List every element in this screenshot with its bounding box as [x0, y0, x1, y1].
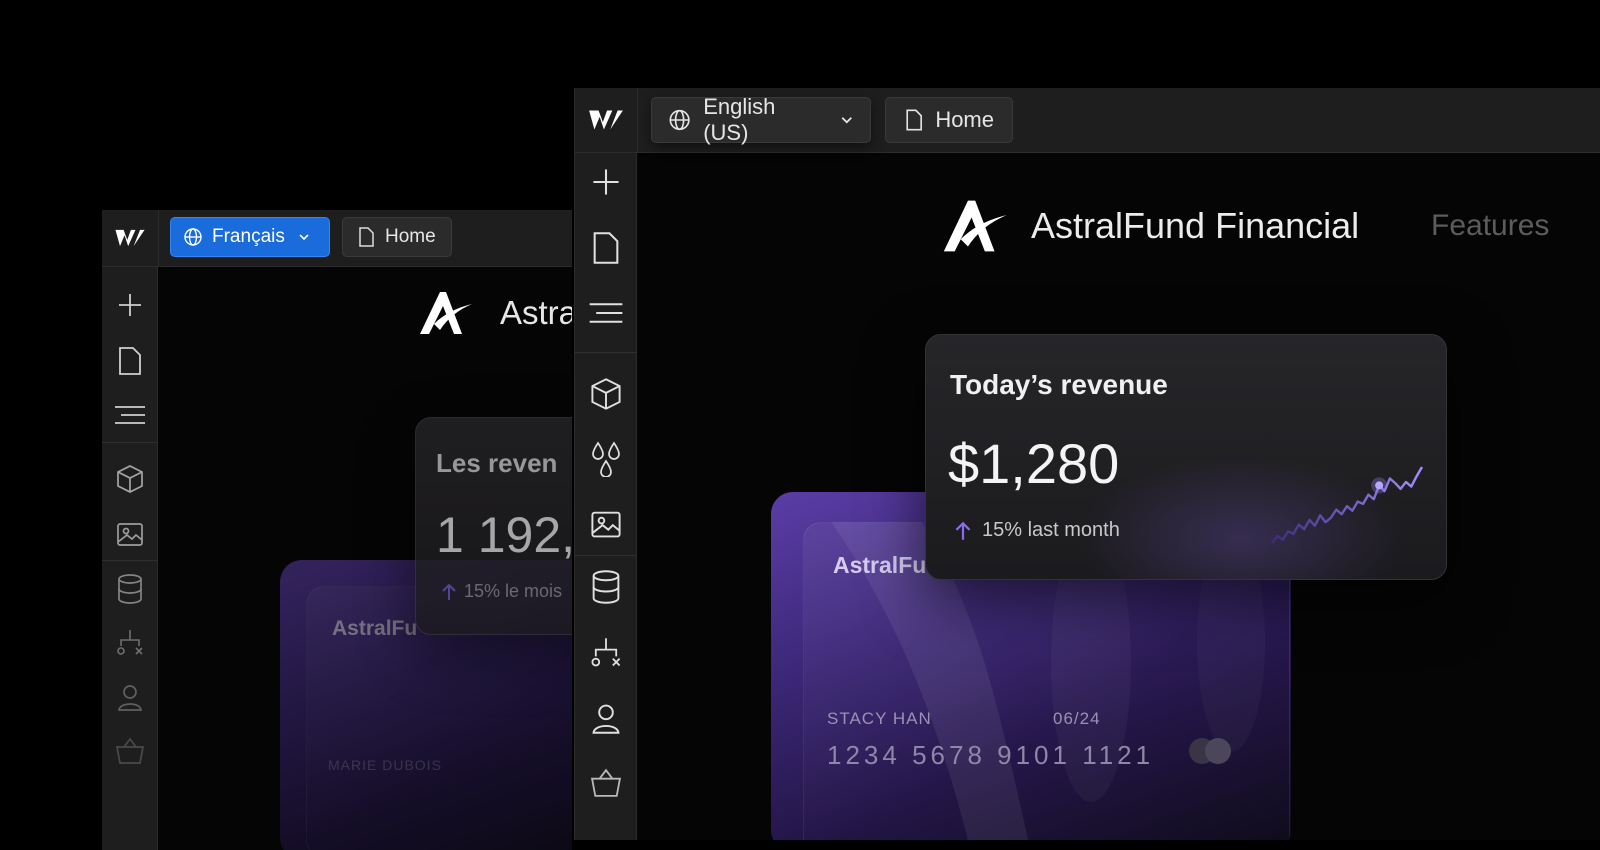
back-revenue-value: 1 192,: [436, 507, 572, 563]
revenue-change: 15% last month: [952, 519, 1120, 542]
pages-icon[interactable]: [575, 227, 636, 269]
globe-icon: [669, 109, 690, 131]
card-network-logo: [1189, 738, 1235, 764]
back-sidebar: [102, 267, 158, 850]
webflow-logo-icon: [115, 229, 145, 247]
page-selector[interactable]: Home: [885, 97, 1013, 143]
back-designer-window: Français Home Astra AstralFu MARIE DUBOI…: [102, 210, 572, 850]
nav-features-link[interactable]: Features: [1431, 209, 1549, 243]
revenue-value: $1,280: [948, 432, 1120, 495]
ecommerce-icon[interactable]: [102, 733, 157, 769]
back-topbar: Français Home: [102, 210, 572, 267]
navigator-icon[interactable]: [102, 397, 157, 433]
chevron-down-icon: [842, 117, 853, 124]
back-revenue-title: Les reven: [436, 448, 558, 478]
back-card-brand: AstralFu: [332, 617, 418, 640]
pages-icon[interactable]: [102, 343, 157, 379]
webflow-logo-icon: [589, 110, 623, 130]
locale-dropdown[interactable]: Français: [170, 217, 330, 257]
arrow-up-icon: [442, 583, 456, 600]
cms-icon[interactable]: [575, 566, 636, 608]
back-brand-name: Astra: [500, 294, 572, 331]
revenue-title: Today’s revenue: [950, 369, 1168, 400]
card-expiry: 06/24: [1053, 709, 1101, 728]
navigator-icon[interactable]: [575, 292, 636, 334]
users-icon[interactable]: [575, 697, 636, 739]
chevron-down-icon: [299, 234, 309, 241]
card-brand: AstralFu: [833, 552, 927, 578]
card-number: 1234 5678 9101 1121: [827, 740, 1155, 770]
add-icon[interactable]: [102, 287, 157, 323]
sparkline-line: [1271, 466, 1424, 544]
page-label: Home: [385, 226, 436, 247]
variables-icon[interactable]: [575, 438, 636, 480]
revenue-sparkline: [1271, 466, 1424, 544]
locale-label: Français: [212, 226, 285, 247]
front-sidebar: [575, 153, 637, 840]
globe-icon: [184, 228, 202, 246]
sparkline-highlight-point: [1375, 481, 1384, 490]
astralfund-logo-icon: [420, 292, 472, 334]
page-icon: [906, 109, 922, 131]
back-card-holder: MARIE DUBOIS: [328, 757, 442, 773]
ecommerce-icon[interactable]: [575, 762, 636, 804]
cms-icon[interactable]: [102, 571, 157, 607]
arrow-up-icon: [955, 521, 971, 540]
assets-icon[interactable]: [575, 503, 636, 545]
users-icon[interactable]: [102, 679, 157, 715]
logic-icon[interactable]: [575, 632, 636, 674]
components-icon[interactable]: [575, 373, 636, 415]
front-topbar: English (US) Home: [575, 88, 1600, 153]
revenue-card: Today’s revenue $1,280 15% last month: [925, 334, 1447, 580]
assets-icon[interactable]: [102, 516, 157, 552]
card-holder: STACY HAN: [827, 709, 932, 728]
astralfund-logo-icon: [943, 200, 1007, 252]
webflow-logo[interactable]: [102, 210, 159, 266]
page-icon: [359, 227, 374, 247]
back-brand: Astra: [416, 290, 572, 336]
front-designer-window: English (US) Home AstralFund Financial F…: [574, 88, 1600, 840]
page-label: Home: [935, 107, 994, 132]
locale-label: English (US): [703, 94, 776, 145]
locale-dropdown[interactable]: English (US): [651, 94, 871, 145]
add-icon[interactable]: [575, 161, 636, 203]
components-icon[interactable]: [102, 461, 157, 497]
brand-name: AstralFund Financial: [1031, 205, 1360, 246]
front-brand: AstralFund Financial: [939, 198, 1359, 254]
back-change: 15% le mois: [440, 581, 562, 602]
webflow-logo[interactable]: [575, 88, 638, 152]
page-selector[interactable]: Home: [342, 217, 452, 257]
logic-icon[interactable]: [102, 625, 157, 661]
back-revenue-card: Les reven 1 192, 15% le mois: [415, 417, 572, 635]
